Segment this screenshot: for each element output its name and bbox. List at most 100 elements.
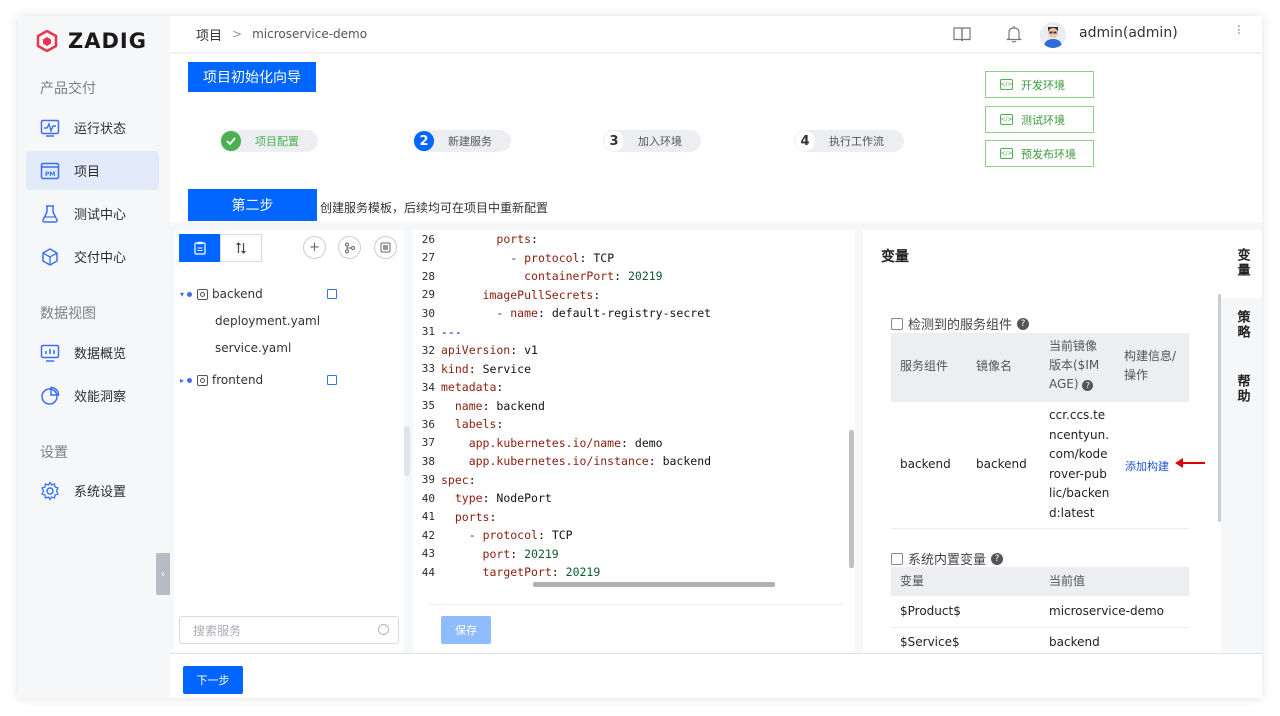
yaml-value: Service xyxy=(482,361,532,376)
cell-image: backend xyxy=(976,457,1027,471)
wizard-step-1: 项目配置 xyxy=(220,130,318,152)
edit-icon[interactable] xyxy=(327,289,337,299)
yaml-sep: : xyxy=(489,509,497,524)
briefcase-icon xyxy=(891,552,903,565)
template-icon xyxy=(380,242,391,253)
git-import-button[interactable] xyxy=(338,236,361,259)
collapse-sidebar-button[interactable]: ‹ xyxy=(156,553,170,595)
yaml-editor[interactable]: 26 ports:27 - protocol: TCP 28 containerP… xyxy=(413,230,855,654)
code-line[interactable]: 42 - protocol: TCP xyxy=(413,526,849,545)
bell-icon[interactable] xyxy=(1005,25,1023,43)
code-line[interactable]: 39 spec: xyxy=(413,471,849,490)
side-tab-label: 帮助 xyxy=(1234,374,1250,404)
side-tab-help[interactable]: 帮助 xyxy=(1221,372,1262,422)
cell-var-name: $Service$ xyxy=(900,635,960,649)
save-button[interactable]: 保存 xyxy=(441,616,491,644)
clipboard-icon xyxy=(194,241,206,255)
service-icon xyxy=(197,288,209,300)
code-line[interactable]: 36 labels: xyxy=(413,415,849,434)
version-line: lic/backen xyxy=(1049,486,1110,500)
list-dash: - xyxy=(510,250,525,265)
code-line[interactable]: 35 name: backend xyxy=(413,397,849,416)
breadcrumb-root[interactable]: 项目 xyxy=(196,25,222,44)
monitor-pulse-icon xyxy=(40,118,60,138)
tab-sort[interactable] xyxy=(220,234,262,262)
yaml-key: imagePullSecrets xyxy=(482,287,594,302)
help-icon[interactable]: ? xyxy=(991,552,1004,565)
code-line[interactable]: 27 - protocol: TCP xyxy=(413,249,849,268)
code-line[interactable]: 29 imagePullSecrets: xyxy=(413,286,849,305)
horizontal-scrollbar[interactable] xyxy=(533,582,775,587)
nav-item-system-settings[interactable]: 系统设置 xyxy=(26,471,159,510)
more-vertical-icon[interactable]: ··· xyxy=(1230,24,1246,34)
tree-node-frontend[interactable]: ▸ frontend xyxy=(180,370,263,390)
code-line[interactable]: 37 app.kubernetes.io/name: demo xyxy=(413,434,849,453)
side-tabs: 变量 策略 帮助 xyxy=(1221,230,1262,654)
book-icon[interactable] xyxy=(953,25,971,43)
th-component: 服务组件 xyxy=(900,359,949,373)
code-line[interactable]: 26 ports: xyxy=(413,230,849,249)
th-build-info: 构建信息/ 操作 xyxy=(1124,347,1176,385)
code-line[interactable]: 33 kind: Service xyxy=(413,360,849,379)
yaml-sep: : xyxy=(614,269,628,284)
env-button-test[interactable]: </> 测试环境 xyxy=(985,106,1094,133)
tree-file-deployment[interactable]: deployment.yaml xyxy=(215,314,320,328)
add-build-link[interactable]: 添加构建 xyxy=(1125,458,1169,474)
code-line[interactable]: 28 containerPort: 20219 xyxy=(413,267,849,286)
nav-label: 测试中心 xyxy=(74,208,127,223)
env-button-staging[interactable]: </> 预发布环境 xyxy=(985,140,1094,167)
env-label: 测试环境 xyxy=(1021,113,1065,127)
tree-file-service[interactable]: service.yaml xyxy=(215,341,291,355)
code-line[interactable]: 31 --- xyxy=(413,323,849,342)
help-icon[interactable]: ? xyxy=(1082,380,1094,391)
zadig-logo-icon xyxy=(36,30,58,52)
nav-item-efficiency-insight[interactable]: 效能洞察 xyxy=(26,376,159,415)
code-line[interactable]: 34 metadata: xyxy=(413,378,849,397)
line-number: 27 xyxy=(421,251,435,265)
template-button[interactable] xyxy=(374,236,397,259)
service-tree-panel: + ▾ backend deployment.yaml service.yaml… xyxy=(174,230,410,654)
plus-icon: + xyxy=(309,240,320,255)
builtin-table-header: 变量 当前值 xyxy=(891,567,1189,596)
nav-item-delivery-center[interactable]: 交付中心 xyxy=(26,237,159,276)
code-line[interactable]: 41 ports: xyxy=(413,508,849,527)
sidebar: ZADIG 产品交付 运行状态 PM 项目 测试中心 交付中心 数据视图 数据概… xyxy=(18,16,170,698)
yaml-key: containerPort xyxy=(524,269,615,284)
env-button-dev[interactable]: </> 开发环境 xyxy=(985,71,1094,98)
help-icon[interactable]: ? xyxy=(1017,317,1030,330)
vertical-scrollbar[interactable] xyxy=(849,430,854,568)
avatar[interactable] xyxy=(1040,22,1066,48)
yaml-sep: : xyxy=(482,491,497,506)
side-tab-variables[interactable]: 变量 xyxy=(1221,230,1262,298)
nav-item-data-overview[interactable]: 数据概览 xyxy=(26,333,159,372)
code-line[interactable]: 44 targetPort: 20219 xyxy=(413,563,849,582)
user-name[interactable]: admin(admin) xyxy=(1079,25,1178,41)
edit-icon[interactable] xyxy=(327,375,337,385)
tree-node-backend[interactable]: ▾ backend xyxy=(180,284,263,304)
nav-item-project[interactable]: PM 项目 xyxy=(26,151,159,190)
next-step-button[interactable]: 下一步 xyxy=(183,666,243,694)
code-area[interactable]: 26 ports:27 - protocol: TCP 28 containerP… xyxy=(413,230,849,587)
code-line[interactable]: 40 type: NodePort xyxy=(413,489,849,508)
tree-scrollbar[interactable] xyxy=(404,426,410,476)
search-service-input[interactable]: 搜索服务 xyxy=(179,616,399,644)
code-line[interactable]: 38 app.kubernetes.io/instance: backend xyxy=(413,452,849,471)
yaml-value: demo xyxy=(634,435,663,450)
code-line[interactable]: 32 apiVersion: v1 xyxy=(413,341,849,360)
add-service-button[interactable]: + xyxy=(303,236,326,259)
nav-item-runtime-status[interactable]: 运行状态 xyxy=(26,108,159,147)
wizard-title: 项目初始化向导 xyxy=(188,62,316,92)
code-line[interactable]: 43 port: 20219 xyxy=(413,545,849,564)
nav-item-test-center[interactable]: 测试中心 xyxy=(26,194,159,233)
yaml-key: metadata xyxy=(441,380,497,395)
components-icon xyxy=(891,317,903,330)
code-line[interactable]: 30 - name: default-registry-secret xyxy=(413,304,849,323)
tab-file-view[interactable] xyxy=(179,234,221,262)
side-tab-policy[interactable]: 策略 xyxy=(1221,308,1262,358)
yaml-key: protocol xyxy=(524,250,580,265)
line-number: 30 xyxy=(421,306,435,320)
cell-var-name: $Product$ xyxy=(900,604,961,618)
